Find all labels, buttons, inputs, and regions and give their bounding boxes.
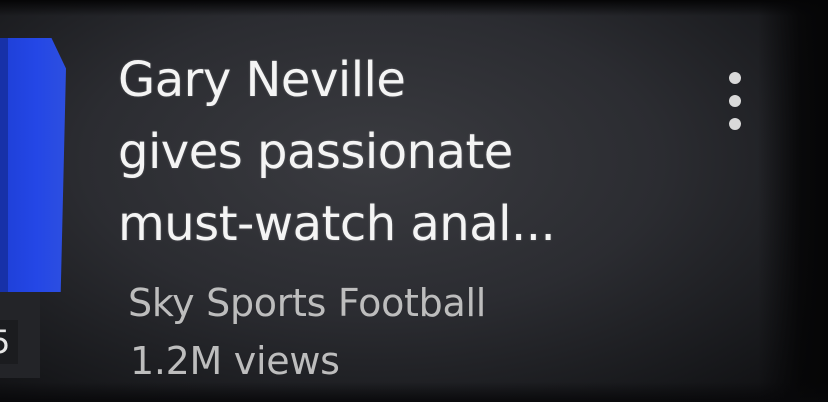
video-title-line: gives passionate [118, 124, 513, 180]
video-title-line: must-watch anal... [118, 196, 556, 252]
view-count: 1.2M views [130, 339, 340, 383]
screen-bezel-top [0, 0, 828, 16]
video-title-line: Gary Neville [118, 52, 406, 108]
more-vert-icon[interactable] [718, 66, 752, 136]
video-list-item[interactable]: 5 Gary Neville gives passionate must-wat… [0, 0, 828, 402]
duration-badge: 5 [0, 320, 18, 364]
video-title[interactable]: Gary Neville gives passionate must-watch… [118, 44, 678, 260]
screen-bezel-right [758, 0, 828, 402]
screen-bezel-bottom [0, 382, 828, 402]
channel-name[interactable]: Sky Sports Football [128, 278, 486, 328]
dot [729, 72, 741, 84]
dot [729, 95, 741, 107]
thumbnail-stripe [0, 38, 8, 292]
video-thumbnail[interactable] [0, 38, 66, 292]
dot [729, 118, 741, 130]
